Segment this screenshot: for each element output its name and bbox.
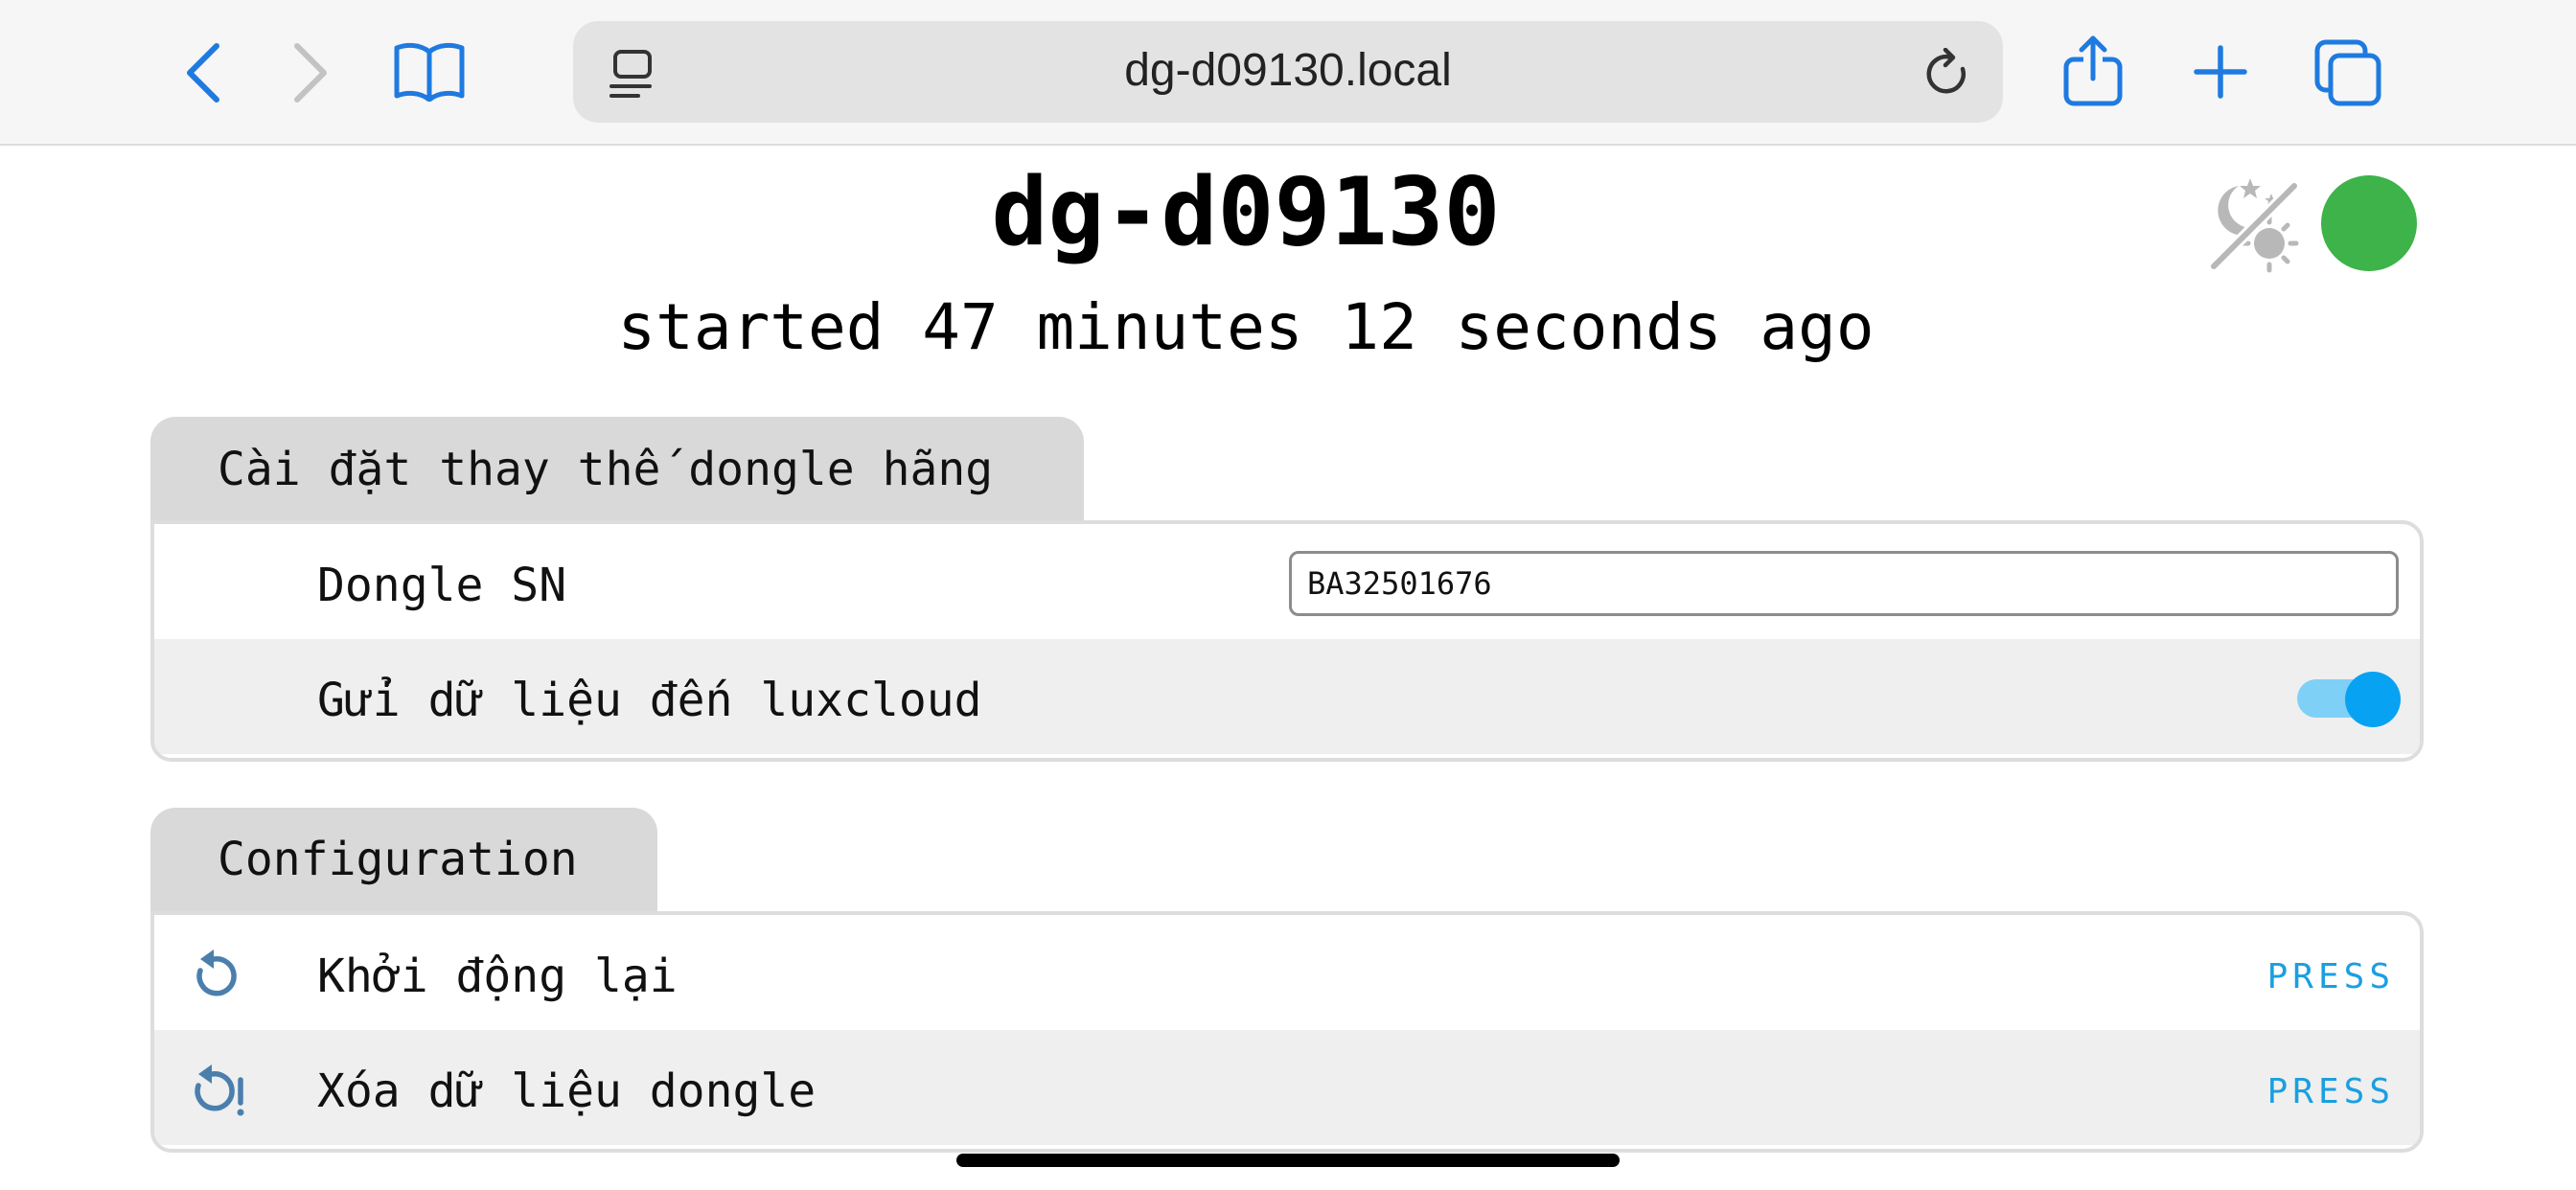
restart-label: Khởi động lại [317,950,678,1003]
row-dongle-sn: Dongle SN BA32501676 [154,524,2420,639]
theme-toggle-icon[interactable] [2200,172,2308,280]
panel-dongle-settings: Dongle SN BA32501676 Gửi dữ liệu đến lux… [150,520,2424,762]
panel-tab-configuration: Configuration [150,808,657,913]
page-title: dg-d09130 [991,158,1501,267]
forward-icon[interactable] [289,42,332,103]
uptime-subtitle: started 47 minutes 12 seconds ago [617,290,1874,364]
dongle-sn-input[interactable]: BA32501676 [1289,551,2399,616]
row-clear-dongle-data: Xóa dữ liệu dongle PRESS [154,1030,2420,1145]
address-bar[interactable]: dg-d09130.local [573,21,2003,123]
row-send-luxcloud: Gửi dữ liệu đến luxcloud [154,639,2420,754]
restart-alert-icon [195,1064,244,1116]
send-luxcloud-label: Gửi dữ liệu đến luxcloud [317,674,982,727]
share-icon[interactable] [2062,34,2124,107]
bookmarks-icon[interactable] [393,40,466,102]
restart-press-button[interactable]: PRESS [2267,957,2395,996]
row-restart: Khởi động lại PRESS [154,915,2420,1030]
dongle-sn-label: Dongle SN [317,559,567,612]
panel-tab-dongle: Cài đặt thay thế dongle hãng [150,417,1084,524]
new-tab-icon[interactable] [2193,44,2248,100]
restart-icon [196,950,237,996]
connection-status-indicator [2321,175,2417,271]
panel-configuration: Khởi động lại PRESS Xóa dữ liệu dongle P… [150,911,2424,1153]
toggle-knob[interactable] [2345,672,2401,727]
reload-icon[interactable] [1924,48,1972,102]
clear-dongle-data-press-button[interactable]: PRESS [2267,1072,2395,1111]
back-icon[interactable] [182,42,224,103]
clear-dongle-data-label: Xóa dữ liệu dongle [317,1064,816,1118]
browser-toolbar: dg-d09130.local [0,0,2576,146]
tabs-overview-icon[interactable] [2313,38,2382,107]
address-text[interactable]: dg-d09130.local [573,44,2003,97]
home-indicator [956,1154,1620,1167]
